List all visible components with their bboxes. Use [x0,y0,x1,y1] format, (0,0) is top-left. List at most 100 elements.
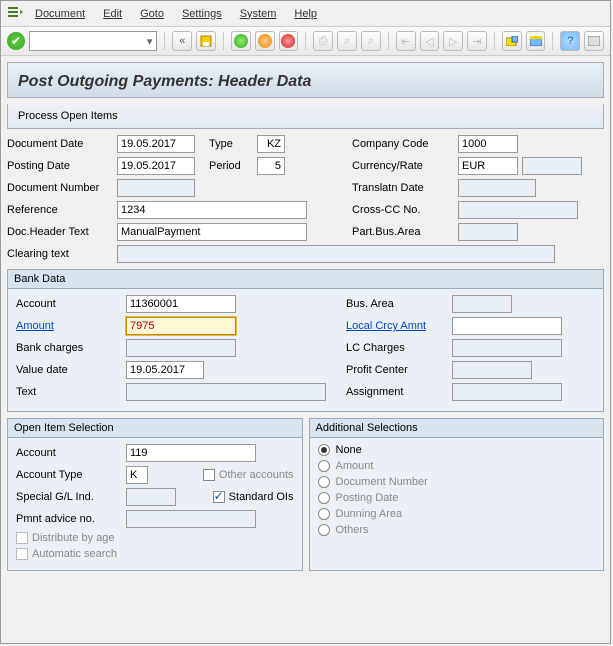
oi-accttype-label: Account Type [16,469,126,481]
bank-account-label: Account [16,298,126,310]
additional-selections-group: Additional Selections None Amount Docume… [309,418,605,571]
menu-system[interactable]: System [240,8,277,20]
local-amount-input[interactable] [452,317,562,335]
bank-account-input[interactable] [126,295,236,313]
find-icon[interactable]: ⌕ [337,31,357,51]
value-date-label: Value date [16,364,126,376]
value-date-input[interactable] [126,361,204,379]
standard-oi-label: Standard OIs [229,491,294,503]
other-accounts-label: Other accounts [219,469,294,481]
sgl-input[interactable] [126,488,176,506]
type-input[interactable] [257,135,285,153]
bank-charges-label: Bank charges [16,342,126,354]
partbus-input[interactable] [458,223,518,241]
radio-postdate[interactable] [318,492,330,504]
currency-input[interactable] [458,157,518,175]
header-text-input[interactable] [117,223,307,241]
last-page-icon[interactable]: ⇥ [467,31,487,51]
bank-data-title: Bank Data [8,270,603,289]
pmnt-advice-label: Pmnt advice no. [16,513,126,525]
currency-label: Currency/Rate [352,160,458,172]
first-page-icon[interactable]: ⇤ [396,31,416,51]
menu-help[interactable]: Help [294,8,317,20]
menu-edit[interactable]: Edit [103,8,122,20]
command-field[interactable]: ▾ [29,31,158,51]
document-date-input[interactable] [117,135,195,153]
distribute-checkbox [16,532,28,544]
prev-page-icon[interactable]: ◁ [420,31,440,51]
radio-docnum[interactable] [318,476,330,488]
assignment-input[interactable] [452,383,562,401]
process-open-items-button[interactable]: Process Open Items [18,110,118,122]
period-input[interactable] [257,157,285,175]
amount-input[interactable] [126,317,236,335]
radio-none-label: None [336,444,362,456]
menubar: Document Edit Goto Settings System Help [1,1,610,27]
crosscc-input[interactable] [458,201,578,219]
radio-amount[interactable] [318,460,330,472]
reference-label: Reference [7,204,117,216]
period-label: Period [209,160,257,172]
app-toolbar: Process Open Items [7,104,604,129]
bank-text-label: Text [16,386,126,398]
menu-goto[interactable]: Goto [140,8,164,20]
oi-account-input[interactable] [126,444,256,462]
other-accounts-checkbox[interactable] [203,469,215,481]
nav-exit-icon[interactable] [255,31,275,51]
help-icon[interactable]: ? [560,31,580,51]
layout-icon[interactable] [526,31,546,51]
autosearch-label: Automatic search [32,548,117,560]
translatn-date-label: Translatn Date [352,182,458,194]
menu-settings[interactable]: Settings [182,8,222,20]
toolbar: ✔ ▾ « ⎙ ⌕ ⌕ ⇤ ◁ ▷ ⇥ ? [1,27,610,56]
bank-charges-input[interactable] [126,339,236,357]
company-code-label: Company Code [352,138,458,150]
header-text-label: Doc.Header Text [7,226,117,238]
next-page-icon[interactable]: ▷ [443,31,463,51]
open-item-group: Open Item Selection Account Account Type… [7,418,303,571]
radio-others[interactable] [318,524,330,536]
local-amount-label[interactable]: Local Crcy Amnt [346,320,452,332]
bank-text-input[interactable] [126,383,326,401]
find-next-icon[interactable]: ⌕ [361,31,381,51]
lc-charges-label: LC Charges [346,342,452,354]
profit-center-input[interactable] [452,361,532,379]
busarea-label: Bus. Area [346,298,452,310]
back-icon[interactable]: « [172,31,192,51]
busarea-input[interactable] [452,295,512,313]
docnum-input[interactable] [117,179,195,197]
radio-dunning[interactable] [318,508,330,520]
print-icon[interactable]: ⎙ [313,31,333,51]
standard-oi-checkbox[interactable] [213,491,225,503]
nav-back-icon[interactable] [231,31,251,51]
enter-icon[interactable]: ✔ [7,32,25,50]
pmnt-advice-input[interactable] [126,510,256,528]
lc-charges-input[interactable] [452,339,562,357]
open-item-title: Open Item Selection [8,419,302,438]
clearing-text-input[interactable] [117,245,555,263]
sap-menu-icon[interactable] [7,5,23,22]
rate-input[interactable] [522,157,582,175]
bank-data-group: Bank Data Account Bus. Area Amount [7,269,604,412]
save-icon[interactable] [196,31,216,51]
profit-center-label: Profit Center [346,364,452,376]
translatn-date-input[interactable] [458,179,536,197]
radio-none[interactable] [318,444,330,456]
docnum-label: Document Number [7,182,117,194]
type-label: Type [209,138,257,150]
nav-cancel-icon[interactable] [279,31,299,51]
menu-document[interactable]: Document [35,8,85,20]
posting-date-input[interactable] [117,157,195,175]
company-code-input[interactable] [458,135,518,153]
settings-icon[interactable] [584,31,604,51]
oi-account-label: Account [16,447,126,459]
assignment-label: Assignment [346,386,452,398]
oi-accttype-input[interactable] [126,466,148,484]
radio-docnum-label: Document Number [336,476,428,488]
reference-input[interactable] [117,201,307,219]
new-session-icon[interactable] [502,31,522,51]
screen-title: Post Outgoing Payments: Header Data [18,73,593,91]
posting-date-label: Posting Date [7,160,117,172]
radio-dunning-label: Dunning Area [336,508,403,520]
amount-label[interactable]: Amount [16,320,126,332]
